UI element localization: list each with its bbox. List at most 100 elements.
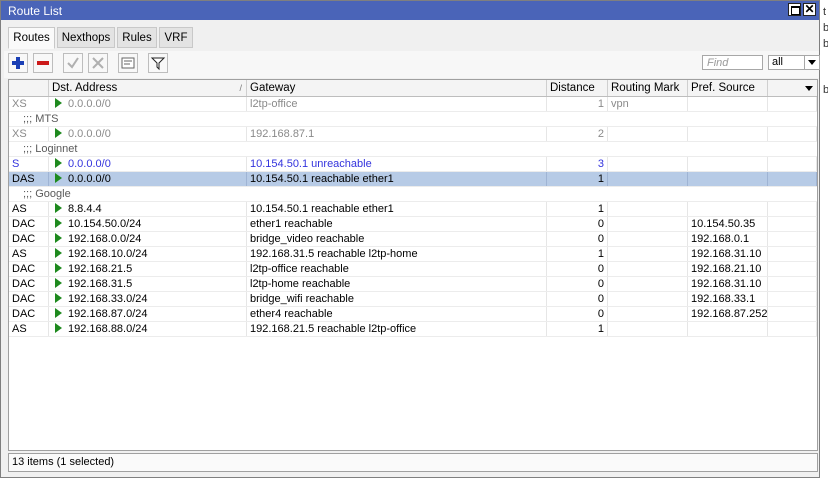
empty-cell [768, 97, 817, 111]
gateway-cell: l2tp-office [247, 97, 547, 111]
flags-cell: DAS [9, 172, 49, 186]
disable-button[interactable] [88, 53, 108, 73]
toolbar: Find all [4, 51, 820, 78]
comment-button[interactable] [118, 53, 138, 73]
tab-vrf[interactable]: VRF [159, 27, 193, 48]
dst-address-cell: 192.168.0.0/24 [49, 232, 247, 246]
pref-source-cell: 192.168.0.1 [688, 232, 768, 246]
comment-row[interactable]: ;;; Loginnet [9, 142, 817, 157]
dst-address-cell: 0.0.0.0/0 [49, 127, 247, 141]
dst-address-text: 0.0.0.0/0 [68, 128, 111, 140]
gateway-cell: ether4 reachable [247, 307, 547, 321]
empty-cell [768, 217, 817, 231]
tab-nexthops[interactable]: Nexthops [57, 27, 115, 48]
add-button[interactable] [8, 53, 28, 73]
dst-address-text: 192.168.87.0/24 [68, 308, 148, 320]
gateway-cell: 192.168.21.5 reachable l2tp-office [247, 322, 547, 336]
dst-address-text: 192.168.33.0/24 [68, 293, 148, 305]
comment-row[interactable]: ;;; MTS [9, 112, 817, 127]
gateway-cell: l2tp-home reachable [247, 277, 547, 291]
gateway-cell: l2tp-office reachable [247, 262, 547, 276]
filter-button[interactable] [148, 53, 168, 73]
empty-cell [768, 277, 817, 291]
pref-source-cell [688, 322, 768, 336]
dst-address-text: 0.0.0.0/0 [68, 173, 111, 185]
table-row[interactable]: DAS 0.0.0.0/0 10.154.50.1 reachable ether1… [9, 172, 817, 187]
distance-cell: 1 [547, 97, 608, 111]
table-row[interactable]: AS 192.168.10.0/24 192.168.31.5 reachable … [9, 247, 817, 262]
gateway-cell: 10.154.50.1 reachable ether1 [247, 172, 547, 186]
play-icon [55, 233, 62, 243]
dst-address-text: 192.168.31.5 [68, 278, 133, 290]
flags-cell: S [9, 157, 49, 171]
columns-menu-icon[interactable] [801, 80, 817, 96]
tab-routes[interactable]: Routes [8, 27, 55, 49]
table-row[interactable]: AS 8.8.4.4 10.154.50.1 reachable ether1 1 [9, 202, 817, 217]
empty-cell [768, 202, 817, 216]
pref-source-cell: 192.168.87.252 [688, 307, 768, 321]
column-gateway[interactable]: Gateway [247, 80, 547, 96]
table-row[interactable]: DAC 192.168.33.0/24 bridge_wifi reachable 0… [9, 292, 817, 307]
column-flags[interactable] [9, 80, 49, 96]
pref-source-cell [688, 172, 768, 186]
column-routing-mark[interactable]: Routing Mark [608, 80, 688, 96]
enable-button[interactable] [63, 53, 83, 73]
column-dst-address-label: Dst. Address [52, 82, 118, 94]
flags-cell: AS [9, 202, 49, 216]
play-icon [55, 308, 62, 318]
table-row[interactable]: XS 0.0.0.0/0 l2tp-office 1 vpn [9, 97, 817, 112]
table-row[interactable]: DAC 192.168.31.5 l2tp-home reachable 0 192.1… [9, 277, 817, 292]
find-input[interactable]: Find [702, 55, 763, 70]
pref-source-cell [688, 97, 768, 111]
table-row[interactable]: DAC 192.168.21.5 l2tp-office reachable 0 192… [9, 262, 817, 277]
background-text: b [823, 38, 828, 50]
routing-mark-cell [608, 247, 688, 261]
gateway-cell: bridge_video reachable [247, 232, 547, 246]
routing-mark-cell: vpn [608, 97, 688, 111]
chevron-down-icon[interactable] [804, 56, 819, 69]
table-row[interactable]: XS 0.0.0.0/0 192.168.87.1 2 [9, 127, 817, 142]
play-icon [55, 248, 62, 258]
pref-source-cell [688, 127, 768, 141]
dst-address-text: 192.168.21.5 [68, 263, 133, 275]
maximize-button[interactable] [788, 3, 801, 16]
flags-cell: XS [9, 127, 49, 141]
distance-cell: 1 [547, 322, 608, 336]
flags-cell: DAC [9, 307, 49, 321]
distance-cell: 0 [547, 277, 608, 291]
routing-mark-cell [608, 277, 688, 291]
gateway-cell: 192.168.31.5 reachable l2tp-home [247, 247, 547, 261]
pref-source-cell: 192.168.33.1 [688, 292, 768, 306]
dst-address-text: 0.0.0.0/0 [68, 158, 111, 170]
close-button[interactable]: ✕ [803, 2, 816, 16]
title-bar[interactable]: Route List ✕ [1, 1, 819, 20]
comment-row[interactable]: ;;; Google [9, 187, 817, 202]
remove-button[interactable] [33, 53, 53, 73]
distance-cell: 3 [547, 157, 608, 171]
table-header: Dst. Address / Gateway Distance Routing M… [9, 80, 817, 97]
flags-cell: DAC [9, 217, 49, 231]
routing-mark-cell [608, 127, 688, 141]
dst-address-cell: 192.168.10.0/24 [49, 247, 247, 261]
distance-cell: 1 [547, 172, 608, 186]
pref-source-cell: 192.168.31.10 [688, 247, 768, 261]
flags-cell: DAC [9, 277, 49, 291]
column-dst-address[interactable]: Dst. Address / [49, 80, 247, 96]
scope-select[interactable]: all [768, 55, 820, 70]
table-row[interactable]: DAC 10.154.50.0/24 ether1 reachable 0 10.154… [9, 217, 817, 232]
dst-address-cell: 0.0.0.0/0 [49, 97, 247, 111]
table-row[interactable]: DAC 192.168.0.0/24 bridge_video reachable 0… [9, 232, 817, 247]
table-row[interactable]: S 0.0.0.0/0 10.154.50.1 unreachable 3 [9, 157, 817, 172]
distance-cell: 1 [547, 247, 608, 261]
tab-rules[interactable]: Rules [117, 27, 157, 48]
pref-source-cell [688, 157, 768, 171]
column-pref-source[interactable]: Pref. Source [688, 80, 768, 96]
column-distance[interactable]: Distance [547, 80, 608, 96]
table-row[interactable]: DAC 192.168.87.0/24 ether4 reachable 0 192.1… [9, 307, 817, 322]
distance-cell: 0 [547, 292, 608, 306]
dst-address-cell: 0.0.0.0/0 [49, 157, 247, 171]
play-icon [55, 203, 62, 213]
gateway-cell: bridge_wifi reachable [247, 292, 547, 306]
routing-mark-cell [608, 262, 688, 276]
table-row[interactable]: AS 192.168.88.0/24 192.168.21.5 reachable … [9, 322, 817, 337]
